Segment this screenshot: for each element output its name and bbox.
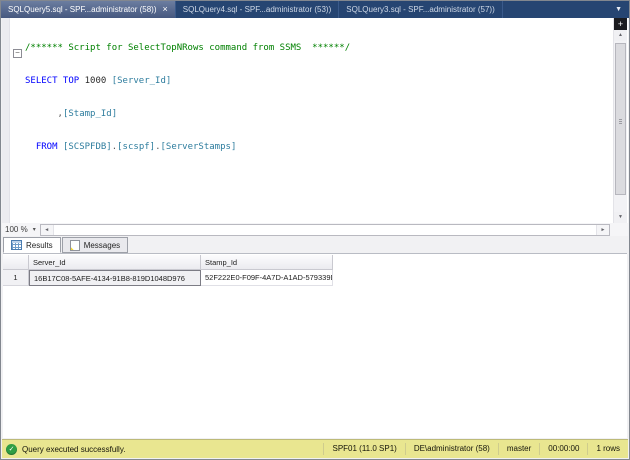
- grid-corner-cell[interactable]: [3, 255, 29, 270]
- status-database: master: [497, 443, 539, 455]
- zoom-level-value: 100 %: [5, 225, 28, 234]
- status-row-count: 1 rows: [587, 443, 628, 455]
- results-tab-label: Results: [26, 240, 53, 250]
- tab-sqlquery5[interactable]: SQLQuery5.sql - SPF...administrator (58)…: [1, 1, 176, 18]
- grid-header-row: Server_Id Stamp_Id: [3, 255, 333, 270]
- vertical-scroll-track[interactable]: [614, 41, 627, 212]
- sql-number: 1000: [84, 76, 112, 86]
- editor-horizontal-scrollbar[interactable]: ◄ ►: [39, 223, 610, 236]
- tab-results[interactable]: Results: [3, 237, 61, 253]
- status-bar-details: SPF01 (11.0 SP1) DE\administrator (58) m…: [323, 440, 628, 458]
- scroll-left-icon[interactable]: ◄: [40, 224, 54, 235]
- editor-bottom-bar: 100 % ▾ ◄ ►: [2, 223, 628, 236]
- close-icon[interactable]: ×: [163, 5, 168, 14]
- vertical-scroll-thumb[interactable]: [615, 43, 626, 195]
- success-check-icon: ✓: [6, 443, 17, 455]
- status-user: DE\administrator (58): [404, 443, 498, 455]
- editor-vertical-scrollbar[interactable]: + ▲ ▼: [613, 18, 627, 223]
- document-tab-bar: SQLQuery5.sql - SPF...administrator (58)…: [1, 1, 629, 18]
- code-line-4: FROM [SCSPFDB].[scspf].[ServerStamps]: [25, 142, 350, 153]
- horizontal-scroll-track[interactable]: [54, 225, 596, 235]
- status-bar: ✓ Query executed successfully. SPF01 (11…: [2, 439, 628, 458]
- tab-sqlquery4[interactable]: SQLQuery4.sql - SPF...administrator (53)…: [175, 1, 340, 18]
- messages-tab-label: Messages: [83, 240, 121, 250]
- tab-label: SQLQuery3.sql - SPF...administrator (57)…: [346, 5, 495, 14]
- column-header-server-id[interactable]: Server_Id: [29, 255, 201, 270]
- editor-selection-margin: [2, 18, 10, 223]
- cell-server-id[interactable]: 16B17C08-5AFE-4134-91B8-819D1048D976: [29, 270, 201, 286]
- tab-label: SQLQuery4.sql - SPF...administrator (53)…: [182, 5, 332, 14]
- sql-identifier: [ServerStamps]: [160, 142, 237, 152]
- results-tab-strip: Results Messages: [3, 237, 627, 253]
- sql-code: /****** Script for SelectTopNRows comman…: [25, 21, 350, 175]
- tab-messages[interactable]: Messages: [61, 237, 129, 253]
- sql-identifier: [SCSPFDB]: [62, 142, 112, 152]
- tab-label: SQLQuery5.sql - SPF...administrator (58)…: [8, 5, 157, 14]
- cell-stamp-id[interactable]: 52F222E0-F09F-4A7D-A1AD-579339DC4B18: [201, 270, 333, 286]
- outline-collapse-icon[interactable]: −: [13, 49, 22, 58]
- code-line-2: SELECT TOP 1000 [Server_Id]: [25, 76, 350, 87]
- ssms-query-window: SQLQuery5.sql - SPF...administrator (58)…: [0, 0, 630, 460]
- tab-overflow-chevron-icon[interactable]: ▼: [608, 1, 629, 18]
- splitter-plus-icon[interactable]: +: [614, 18, 627, 30]
- results-grid-icon: [11, 240, 22, 250]
- sql-punctuation: ,: [25, 109, 63, 119]
- status-elapsed-time: 00:00:00: [539, 443, 587, 455]
- sql-comment: /****** Script for SelectTopNRows comman…: [25, 43, 351, 53]
- sql-identifier: [Server_Id]: [111, 76, 172, 86]
- results-grid: Server_Id Stamp_Id 1 16B17C08-5AFE-4134-…: [3, 255, 333, 286]
- status-message: Query executed successfully.: [22, 444, 126, 454]
- scroll-down-icon[interactable]: ▼: [614, 212, 627, 223]
- status-server: SPF01 (11.0 SP1): [323, 443, 404, 455]
- sql-identifier: [Stamp_Id]: [62, 109, 118, 119]
- code-line-1: /****** Script for SelectTopNRows comman…: [25, 43, 350, 54]
- code-line-3: ,[Stamp_Id]: [25, 109, 350, 120]
- sql-identifier: [scspf]: [117, 142, 156, 152]
- column-header-stamp-id[interactable]: Stamp_Id: [201, 255, 333, 270]
- sql-keyword: FROM: [25, 142, 63, 152]
- tab-sqlquery3[interactable]: SQLQuery3.sql - SPF...administrator (57)…: [339, 1, 503, 18]
- table-row: 1 16B17C08-5AFE-4134-91B8-819D1048D976 5…: [3, 270, 333, 286]
- chevron-down-icon: ▾: [32, 227, 36, 233]
- scroll-right-icon[interactable]: ►: [596, 224, 609, 235]
- sql-keyword: SELECT TOP: [25, 76, 85, 86]
- messages-page-icon: [69, 239, 80, 251]
- zoom-level-dropdown[interactable]: 100 % ▾: [2, 225, 40, 234]
- scroll-up-icon[interactable]: ▲: [614, 30, 627, 41]
- scroll-grip-icon: [619, 119, 622, 124]
- row-number-cell[interactable]: 1: [3, 270, 29, 286]
- results-pane: Server_Id Stamp_Id 1 16B17C08-5AFE-4134-…: [3, 253, 627, 438]
- query-editor[interactable]: − /****** Script for SelectTopNRows comm…: [2, 18, 628, 223]
